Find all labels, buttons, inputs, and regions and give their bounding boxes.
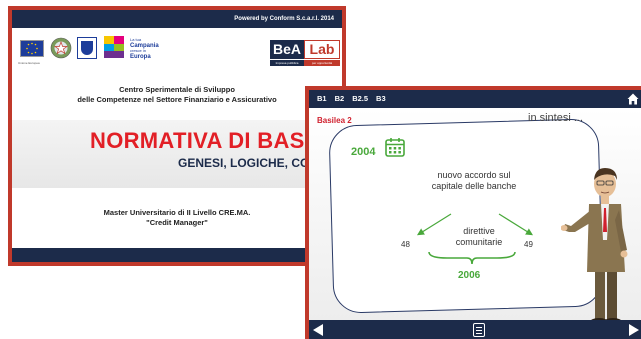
in-sintesi-label: in sintesi ... <box>528 112 584 124</box>
presenter-figure <box>561 168 628 326</box>
year-start: 2004 <box>351 146 376 158</box>
tab-b2-5[interactable]: B2.5 <box>352 94 368 103</box>
centro-heading: Centro Sperimentale di Sviluppo delle Co… <box>12 85 342 105</box>
campania-europa-logo: La tua Campania cresce in Europa <box>130 37 159 61</box>
direttive-text: direttive comunitarie <box>455 226 503 247</box>
fse-logo <box>104 36 124 58</box>
centro-line-2: delle Competenze nel Settore Finanziario… <box>77 94 277 104</box>
centro-line-1: Centro Sperimentale di Sviluppo <box>119 85 235 94</box>
slide-subtitle: GENESI, LOGICHE, CONT <box>178 156 326 170</box>
bea-sub-left: Impresa pubblica <box>270 60 304 66</box>
menu-icon[interactable] <box>473 323 485 337</box>
year-end: 2006 <box>458 270 481 281</box>
number-right: 49 <box>524 240 533 249</box>
lab-text: Lab <box>304 40 340 59</box>
tab-b1[interactable]: B1 <box>317 94 327 103</box>
calendar-icon <box>385 138 405 157</box>
section-label: Basilea 2 <box>317 116 352 125</box>
nav-next-icon[interactable] <box>629 324 639 336</box>
tab-b3[interactable]: B3 <box>376 94 386 103</box>
number-left: 48 <box>401 240 410 249</box>
content-slide: B1 B2 B2.5 B3 Basilea 2 in sintesi ... 2… <box>305 86 641 339</box>
title-slide-topbar: Powered by Conform S.c.a.r.l. 2014 <box>12 10 342 28</box>
brace-icon <box>428 251 516 265</box>
master-line-2: "Credit Manager" <box>146 217 208 227</box>
repubblica-emblem-logo <box>50 36 72 60</box>
bea-sub-right: per opportunità <box>304 60 340 66</box>
tab-bar: B1 B2 B2.5 B3 <box>317 94 386 103</box>
slide-title: NORMATIVA DI BASI <box>90 128 312 153</box>
eu-caption: Unione Europea <box>18 61 40 65</box>
accordo-text: nuovo accordo sul capitale delle banche <box>431 170 517 191</box>
bea-text: BeA <box>270 40 304 59</box>
eu-flag-logo <box>20 40 44 57</box>
title-slide-bottombar <box>12 248 342 262</box>
master-line-1: Master Universitario di II Livello CRE.M… <box>103 208 251 217</box>
campania-europa-text: Europa <box>130 54 151 61</box>
title-slide: Powered by Conform S.c.a.r.l. 2014 Union… <box>8 6 346 266</box>
content-slide-bottombar <box>309 320 641 339</box>
master-heading: Master Universitario di II Livello CRE.M… <box>12 208 342 228</box>
logo-strip: Unione Europea La tua Campania cresce in… <box>12 30 342 72</box>
powered-by-text: Powered by Conform S.c.a.r.l. 2014 <box>234 16 334 22</box>
bea-lab-logo: BeA Lab Impresa pubblica per opportunità <box>270 40 340 66</box>
home-icon[interactable] <box>627 93 639 105</box>
regione-campania-logo <box>77 37 97 59</box>
nav-prev-icon[interactable] <box>313 324 323 336</box>
tab-b2[interactable]: B2 <box>335 94 345 103</box>
content-slide-topbar: B1 B2 B2.5 B3 <box>309 90 641 108</box>
